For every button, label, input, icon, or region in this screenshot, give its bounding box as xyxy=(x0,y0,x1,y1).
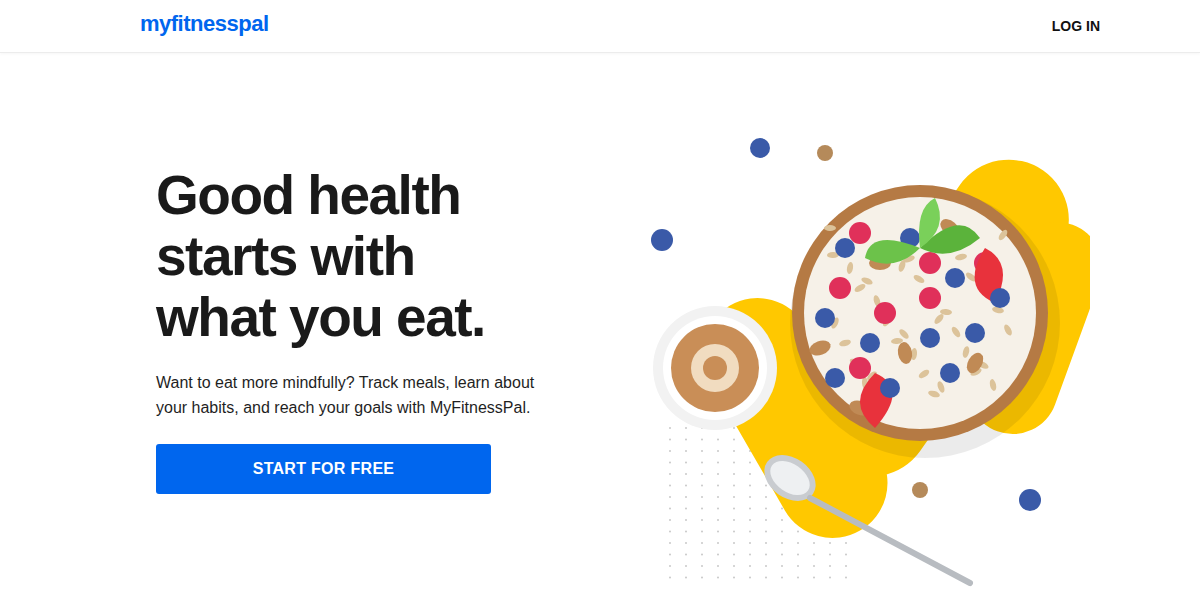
subtitle-line: your habits, and reach your goals with M… xyxy=(156,395,626,420)
hero-title: Good healthstarts withwhat you eat. xyxy=(156,165,626,348)
food-photo xyxy=(630,128,1090,598)
hero: Good healthstarts withwhat you eat. Want … xyxy=(0,53,1200,600)
login-link[interactable]: LOG IN xyxy=(1052,14,1100,38)
start-button[interactable]: START FOR FREE xyxy=(156,444,491,494)
title-line: starts with xyxy=(156,226,626,287)
title-line: what you eat. xyxy=(156,287,626,348)
top-bar: myfitnesspal LOG IN xyxy=(0,0,1200,53)
hero-subtitle: Want to eat more mindfully? Track meals,… xyxy=(156,370,626,420)
title-line: Good health xyxy=(156,165,626,226)
hero-text: Good healthstarts withwhat you eat. Want … xyxy=(156,53,626,494)
logo[interactable]: myfitnesspal xyxy=(140,11,269,41)
landing-page: myfitnesspal LOG IN Good healthstarts with… xyxy=(0,0,1200,600)
subtitle-line: Want to eat more mindfully? Track meals,… xyxy=(156,370,626,395)
